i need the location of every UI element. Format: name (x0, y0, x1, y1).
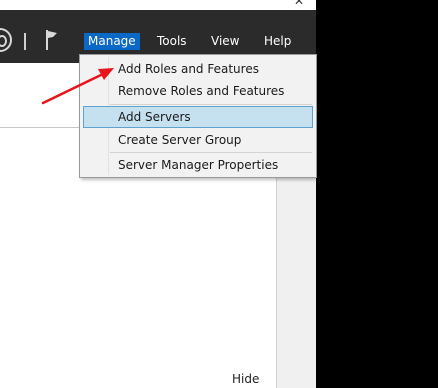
menu-item-add-roles[interactable]: Add Roles and Features (83, 58, 313, 80)
menu-tools[interactable]: Tools (153, 33, 191, 50)
refresh-icon[interactable] (0, 28, 12, 52)
close-icon[interactable]: ✕ (294, 0, 304, 7)
menu-manage[interactable]: Manage (84, 33, 140, 50)
menu-item-create-server-group[interactable]: Create Server Group (83, 129, 313, 151)
menu-help[interactable]: Help (260, 33, 295, 50)
menu-item-remove-roles[interactable]: Remove Roles and Features (83, 80, 313, 102)
menu-separator (110, 104, 312, 105)
menu-view[interactable]: View (207, 33, 243, 50)
hide-link[interactable]: Hide (232, 372, 259, 386)
title-bar: ✕ (0, 0, 316, 10)
menu-item-server-manager-properties[interactable]: Server Manager Properties (83, 154, 313, 176)
menu-separator (110, 152, 312, 153)
flag-icon[interactable] (44, 29, 60, 51)
menu-item-add-servers[interactable]: Add Servers (83, 106, 313, 128)
toolbar-separator (24, 33, 26, 50)
manage-menu: Add Roles and Features Remove Roles and … (79, 54, 317, 178)
